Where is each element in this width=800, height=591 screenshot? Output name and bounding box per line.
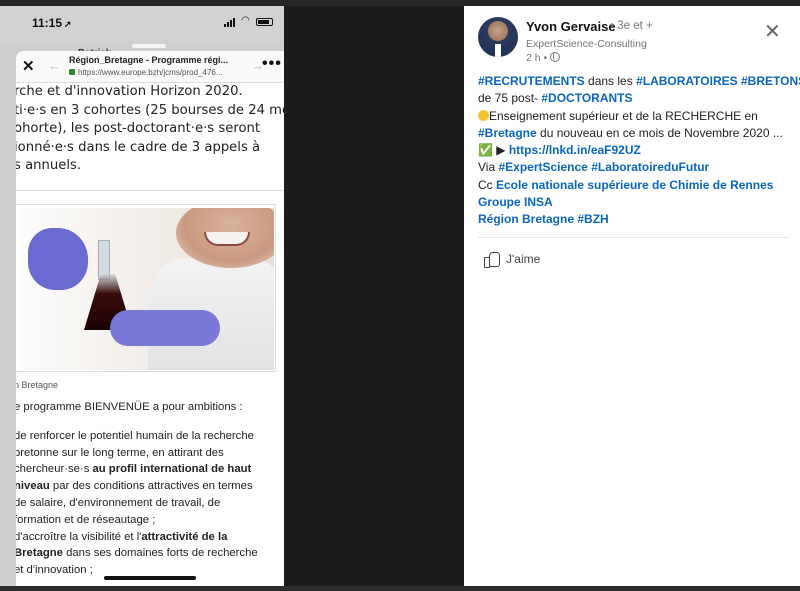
phone-screenshot: 11:15➚ ◠ Patrick ... ✕ ← Région_Bretagne…: [0, 6, 284, 586]
author-headline: ExpertScience-Consulting: [526, 38, 647, 50]
body-line: Bretagne dans ses domaines forts de rech…: [16, 547, 258, 560]
check-arrow-icons: ✅ ▶: [478, 143, 509, 158]
like-button[interactable]: J'aime: [484, 251, 541, 268]
hashtag-link[interactable]: #Bretagne: [478, 126, 537, 140]
sheet-grabber: [132, 44, 166, 48]
phone-status-bar: 11:15 ➚ ◠: [0, 6, 284, 42]
wifi-icon: ◠: [241, 15, 250, 26]
hashtag-link[interactable]: #DOCTORANTS: [541, 91, 632, 105]
article-photo: [16, 203, 276, 372]
body-line: bretonne sur le long terme, en attirant …: [16, 446, 224, 459]
lab-photo: [18, 207, 274, 370]
hashtag-link[interactable]: #LaboratoireduFutur: [591, 160, 709, 174]
signal-icon: [224, 18, 238, 27]
mention-link[interactable]: Groupe INSA: [478, 195, 553, 209]
connection-degree: • 3e et +: [610, 20, 653, 32]
post-line: Région Bretagne #BZH: [478, 211, 794, 228]
post-text: #RECRUTEMENTS dans les #LABORATOIRES #BR…: [478, 73, 800, 229]
ambitions-line: e programme BIENVENÜE a pour ambitions :: [16, 400, 243, 413]
like-label: J'aime: [506, 252, 541, 266]
thumbs-up-icon: [484, 251, 500, 268]
hashtag-link[interactable]: #LABORATOIRES: [636, 74, 738, 88]
article-content: rche et d'innovation Horizon 2020. ti·e·…: [16, 83, 284, 579]
body-line: de salaire, d'environnement de travail, …: [16, 496, 221, 509]
intro-line-5: s annuels.: [16, 158, 82, 174]
linkedin-post-panel: Yvon Gervaise • 3e et + ExpertScience-Co…: [464, 6, 800, 586]
screen: 11:15➚ ◠ Patrick ... ✕ ← Région_Bretagne…: [0, 0, 800, 591]
intro-line-4: ionné·e·s dans le cadre de 3 appels à: [16, 139, 261, 155]
close-icon: ✕: [22, 58, 35, 75]
battery-icon: [256, 18, 273, 26]
ambitions-list: de renforcer le potentiel humain de la r…: [16, 428, 284, 579]
browser-url: https://www.europe.bzh/jcms/prod_476...: [69, 68, 249, 77]
post-time: 2 h •: [526, 52, 561, 64]
location-arrow-icon: ➚: [64, 19, 72, 29]
mention-link[interactable]: Région Bretagne: [478, 212, 574, 226]
intro-line-2: ti·e·s en 3 cohortes (25 bourses de 24 m…: [16, 102, 284, 118]
post-line: Cc Ecole nationale supérieure de Chimie …: [478, 177, 774, 192]
in-app-browser-sheet: ✕ ← Région_Bretagne - Programme régi... …: [16, 51, 284, 586]
phone-clock: 11:15 ➚: [32, 16, 72, 30]
post-line: Groupe INSA: [478, 194, 794, 211]
intro-line-3: ohorte), les post-doctorant·e·s seront: [16, 121, 261, 137]
lock-icon: [69, 69, 75, 75]
mention-link[interactable]: Ecole nationale supérieure de Chimie de …: [496, 178, 773, 192]
post-line: Via #ExpertScience #LaboratoireduFutur: [478, 160, 710, 175]
background-strip: [0, 586, 800, 591]
post-line: ✅ ▶ https://lnkd.in/eaF92UZ: [478, 142, 794, 159]
hashtag-link[interactable]: #RECRUTEMENTS: [478, 74, 585, 88]
browser-bar: ✕ ← Région_Bretagne - Programme régi... …: [16, 51, 284, 83]
more-icon: •••: [262, 55, 282, 72]
post-line: Enseignement supérieur et de la RECHERCH…: [478, 108, 794, 125]
body-line: de renforcer le potentiel humain de la r…: [16, 429, 254, 442]
photo-credit: n Bretagne: [16, 379, 59, 390]
body-line: d'accroître la visibilité et l'attractiv…: [16, 530, 228, 543]
post-line: de 75 post- #DOCTORANTS: [478, 91, 633, 106]
divider: [16, 189, 284, 204]
body-line: chercheur·se·s au profil international d…: [16, 463, 252, 476]
browser-page-title: Région_Bretagne - Programme régi...: [69, 55, 229, 65]
avatar[interactable]: [478, 17, 518, 57]
hashtag-link[interactable]: #BRETONS: [741, 74, 800, 88]
home-indicator: [104, 576, 196, 580]
close-icon[interactable]: ✕: [764, 22, 781, 42]
intro-line-1: rche et d'innovation Horizon 2020.: [16, 84, 243, 99]
back-arrow-icon: ←: [48, 58, 61, 73]
post-line: #RECRUTEMENTS dans les #LABORATOIRES #BR…: [478, 73, 800, 90]
globe-icon: [550, 52, 561, 62]
body-line: formation et de réseautage ;: [16, 513, 156, 526]
smiley-icon: [478, 109, 489, 121]
author-name[interactable]: Yvon Gervaise: [526, 19, 616, 34]
post-line: #Bretagne du nouveau en ce mois de Novem…: [478, 125, 783, 140]
hashtag-link[interactable]: #ExpertScience: [498, 160, 587, 174]
short-link[interactable]: https://lnkd.in/eaF92UZ: [509, 143, 641, 157]
divider: [478, 237, 790, 238]
hashtag-link[interactable]: #BZH: [577, 212, 608, 226]
body-line: niveau par des conditions attractives en…: [16, 480, 253, 493]
